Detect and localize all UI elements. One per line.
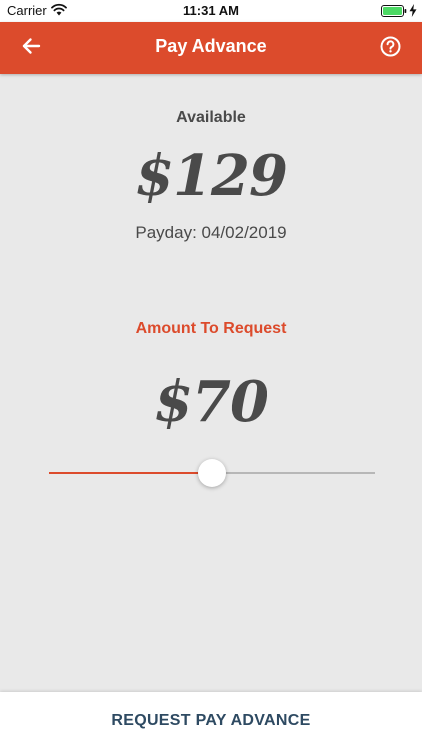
available-label: Available xyxy=(176,109,246,126)
slider-fill xyxy=(49,472,212,474)
status-bar: Carrier 11:31 AM xyxy=(0,0,422,22)
battery-icon xyxy=(381,5,407,17)
navigation-bar: Pay Advance xyxy=(0,22,422,74)
bottom-action-bar: REQUEST PAY ADVANCE xyxy=(0,692,422,750)
requested-amount: $70 xyxy=(154,369,269,435)
charging-bolt-icon xyxy=(409,4,417,17)
available-amount: $129 xyxy=(135,143,288,209)
question-circle-icon[interactable] xyxy=(380,36,401,57)
amount-slider[interactable] xyxy=(49,456,375,490)
clock: 11:31 AM xyxy=(183,3,239,18)
payday-date: Payday: 04/02/2019 xyxy=(135,223,287,242)
page-title: Pay Advance xyxy=(155,36,267,56)
amount-to-request-label: Amount To Request xyxy=(135,320,287,337)
request-pay-advance-button[interactable]: REQUEST PAY ADVANCE xyxy=(0,692,422,750)
slider-thumb[interactable] xyxy=(198,459,226,487)
